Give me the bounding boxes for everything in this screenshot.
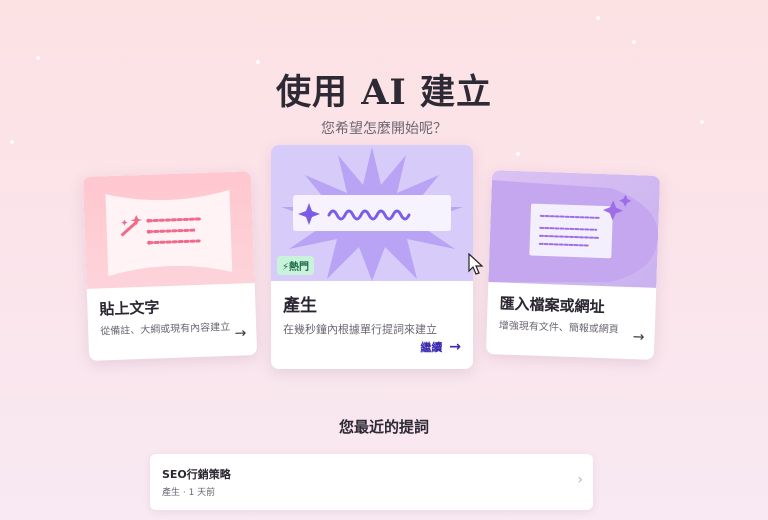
sparkle-decoration [516, 152, 520, 156]
import-file-or-url-card[interactable]: 匯入檔案或網址 增強現有文件、簡報或網頁 → [485, 170, 661, 360]
page-title: 使用 AI 建立 [276, 72, 492, 113]
recent-prompts-heading: 您最近的提詞 [338, 418, 429, 436]
paste-text-illustration [82, 171, 255, 289]
sparkle-decoration [36, 56, 40, 60]
arrow-right-icon: → [632, 329, 645, 346]
card-title: 匯入檔案或網址 [499, 294, 605, 317]
lightning-icon: ⚡ [282, 262, 290, 273]
card-title: 貼上文字 [99, 298, 160, 319]
card-description: 在幾秒鐘內根據單行提詞來建立 [283, 323, 437, 336]
recent-prompt-item[interactable]: SEO行銷策略 產生 · 1 天前 › [150, 454, 593, 510]
card-description: 增強現有文件、簡報或網頁 [498, 320, 619, 336]
arrow-right-icon: → [234, 325, 247, 342]
card-description: 從備註、大綱或現有內容建立 [100, 321, 231, 338]
sparkle-decoration [596, 16, 600, 20]
generate-illustration: ⚡熱門 [271, 145, 473, 281]
sparkle-decoration [10, 140, 14, 144]
arrow-right-icon: → [449, 339, 461, 355]
sparkle-decoration [632, 40, 636, 44]
page-subtitle: 您希望怎麼開始呢？ [321, 121, 447, 137]
card-title: 產生 [283, 296, 317, 316]
recent-prompt-meta: 產生 · 1 天前 [162, 488, 216, 498]
chevron-right-icon: › [577, 472, 583, 488]
popular-badge: ⚡熱門 [277, 256, 315, 275]
recent-prompt-title: SEO行銷策略 [162, 468, 231, 481]
mouse-cursor-icon [468, 253, 484, 275]
import-illustration [488, 170, 661, 288]
continue-button[interactable]: 繼續 → [420, 339, 461, 355]
paste-text-card[interactable]: 貼上文字 從備註、大綱或現有內容建立 → [82, 171, 258, 361]
generate-card[interactable]: ⚡熱門 產生 在幾秒鐘內根據單行提詞來建立 繼續 → [271, 145, 473, 369]
